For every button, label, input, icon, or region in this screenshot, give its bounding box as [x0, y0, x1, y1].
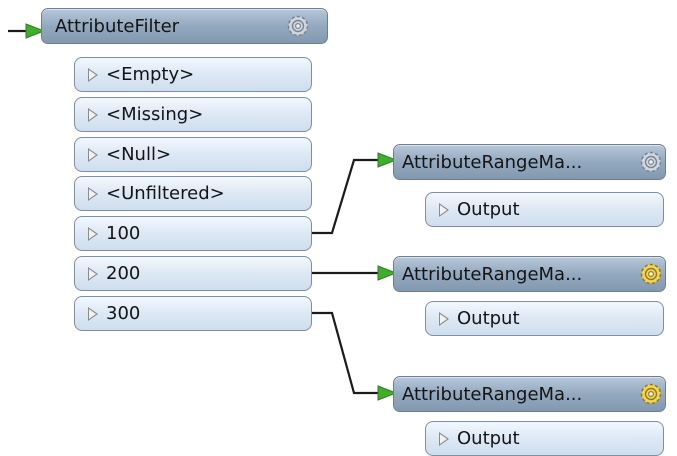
attribute-filter-header[interactable]: AttributeFilter [41, 8, 328, 44]
attribute-range-mapper-title: AttributeRangeMa... [402, 152, 583, 173]
output-port-output[interactable]: Output [425, 301, 664, 336]
gear-icon[interactable] [638, 261, 664, 287]
port-label: <Missing> [106, 104, 204, 125]
expand-arrow-icon[interactable] [88, 307, 98, 321]
connection-line-100[interactable] [310, 158, 378, 235]
expand-arrow-icon[interactable] [88, 227, 98, 241]
output-port-empty[interactable]: <Empty> [74, 57, 312, 92]
gear-icon[interactable] [638, 381, 664, 407]
port-label: <Empty> [106, 64, 195, 85]
expand-arrow-icon[interactable] [88, 108, 98, 122]
output-port-200[interactable]: 200 [74, 256, 312, 291]
expand-arrow-icon[interactable] [439, 312, 449, 326]
expand-arrow-icon[interactable] [88, 187, 98, 201]
expand-arrow-icon[interactable] [439, 432, 449, 446]
workspace-canvas: AttributeFilter <Empty> <Missing> <Null>… [0, 0, 677, 456]
port-label: Output [457, 308, 520, 329]
port-label: <Unfiltered> [106, 183, 225, 204]
port-label: 100 [106, 223, 141, 244]
output-port-output[interactable]: Output [425, 421, 664, 456]
attribute-filter-title: AttributeFilter [55, 16, 180, 37]
port-label: 200 [106, 263, 141, 284]
gear-icon[interactable] [285, 13, 311, 39]
output-port-300[interactable]: 300 [74, 296, 312, 331]
gear-icon[interactable] [638, 149, 664, 175]
expand-arrow-icon[interactable] [439, 203, 449, 217]
attribute-range-mapper-header[interactable]: AttributeRangeMa... [393, 376, 666, 412]
expand-arrow-icon[interactable] [88, 267, 98, 281]
attribute-range-mapper-header[interactable]: AttributeRangeMa... [393, 256, 666, 292]
port-label: <Null> [106, 144, 172, 165]
output-port-null[interactable]: <Null> [74, 137, 312, 172]
output-port-100[interactable]: 100 [74, 216, 312, 251]
port-label: Output [457, 199, 520, 220]
output-port-missing[interactable]: <Missing> [74, 97, 312, 132]
port-label: Output [457, 428, 520, 449]
attribute-range-mapper-title: AttributeRangeMa... [402, 264, 583, 285]
expand-arrow-icon[interactable] [88, 68, 98, 82]
output-port-unfiltered[interactable]: <Unfiltered> [74, 176, 312, 211]
expand-arrow-icon[interactable] [88, 148, 98, 162]
attribute-range-mapper-title: AttributeRangeMa... [402, 384, 583, 405]
connection-line-300[interactable] [310, 311, 378, 395]
output-port-output[interactable]: Output [425, 192, 664, 227]
port-label: 300 [106, 303, 141, 324]
attribute-range-mapper-header[interactable]: AttributeRangeMa... [393, 144, 666, 180]
